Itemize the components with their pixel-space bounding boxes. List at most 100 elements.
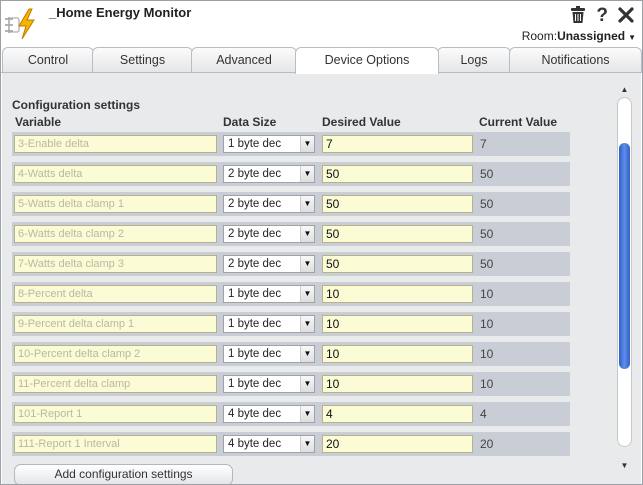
current-value: 10 xyxy=(480,377,494,391)
data-size-select[interactable]: 4 byte dec ▼ xyxy=(223,405,315,423)
variable-field[interactable] xyxy=(14,345,217,363)
config-row: 4 byte dec ▼ 20 xyxy=(12,432,570,456)
data-size-value: 2 byte dec xyxy=(228,168,282,180)
column-header-data-size: Data Size xyxy=(223,115,277,129)
room-label: Room: xyxy=(521,29,558,43)
tab-logs[interactable]: Logs xyxy=(437,47,511,73)
variable-field[interactable] xyxy=(14,285,217,303)
config-row: 2 byte dec ▼ 50 xyxy=(12,252,570,276)
variable-field[interactable] xyxy=(14,225,217,243)
scroll-up-icon[interactable]: ▲ xyxy=(619,85,630,95)
desired-value-field[interactable] xyxy=(322,135,473,153)
desired-value-field[interactable] xyxy=(322,165,473,183)
tab-control[interactable]: Control xyxy=(2,47,94,73)
data-size-value: 4 byte dec xyxy=(228,408,282,420)
data-size-value: 2 byte dec xyxy=(228,258,282,270)
data-size-value: 1 byte dec xyxy=(228,348,282,360)
data-size-select[interactable]: 1 byte dec ▼ xyxy=(223,285,315,303)
energy-monitor-icon xyxy=(3,7,39,41)
current-value: 10 xyxy=(480,317,494,331)
config-row: 4 byte dec ▼ 4 xyxy=(12,402,570,426)
desired-value-field[interactable] xyxy=(322,315,473,333)
chevron-down-icon[interactable]: ▼ xyxy=(300,346,314,362)
chevron-down-icon[interactable]: ▼ xyxy=(300,196,314,212)
variable-field[interactable] xyxy=(14,435,217,453)
data-size-value: 4 byte dec xyxy=(228,438,282,450)
variable-field[interactable] xyxy=(14,315,217,333)
tab-advanced[interactable]: Advanced xyxy=(191,47,297,73)
chevron-down-icon[interactable]: ▼ xyxy=(300,406,314,422)
scroll-down-icon[interactable]: ▼ xyxy=(619,461,630,471)
column-header-desired: Desired Value xyxy=(322,115,401,129)
config-row: 1 byte dec ▼ 7 xyxy=(12,132,570,156)
help-icon[interactable]: ? xyxy=(596,6,608,26)
data-size-select[interactable]: 1 byte dec ▼ xyxy=(223,345,315,363)
room-selector[interactable]: Room:Unassigned ▼ xyxy=(522,29,636,43)
desired-value-field[interactable] xyxy=(322,255,473,273)
current-value: 50 xyxy=(480,197,494,211)
variable-field[interactable] xyxy=(14,135,217,153)
tab-bar: Control Settings Advanced Device Options… xyxy=(1,47,642,74)
chevron-down-icon[interactable]: ▼ xyxy=(300,286,314,302)
vertical-scrollbar[interactable]: ▲ ▼ xyxy=(616,85,633,473)
desired-value-field[interactable] xyxy=(322,375,473,393)
data-size-select[interactable]: 2 byte dec ▼ xyxy=(223,165,315,183)
variable-field[interactable] xyxy=(14,165,217,183)
data-size-select[interactable]: 4 byte dec ▼ xyxy=(223,435,315,453)
current-value: 20 xyxy=(480,437,494,451)
desired-value-field[interactable] xyxy=(322,345,473,363)
device-window: _Home Energy Monitor ? Room:Unassigned▼ xyxy=(0,0,643,485)
current-value: 50 xyxy=(480,257,494,271)
variable-field[interactable] xyxy=(14,195,217,213)
desired-value-field[interactable] xyxy=(322,285,473,303)
chevron-down-icon: ▼ xyxy=(628,33,636,42)
close-icon[interactable] xyxy=(618,6,634,26)
header-actions: ? xyxy=(570,5,634,27)
desired-value-field[interactable] xyxy=(322,225,473,243)
add-configuration-button[interactable]: Add configuration settings xyxy=(14,464,233,484)
data-size-value: 1 byte dec xyxy=(228,318,282,330)
config-row: 1 byte dec ▼ 10 xyxy=(12,372,570,396)
chevron-down-icon[interactable]: ▼ xyxy=(300,226,314,242)
tab-settings[interactable]: Settings xyxy=(92,47,193,73)
config-row: 1 byte dec ▼ 10 xyxy=(12,312,570,336)
current-value: 50 xyxy=(480,167,494,181)
current-value: 10 xyxy=(480,287,494,301)
current-value: 50 xyxy=(480,227,494,241)
desired-value-field[interactable] xyxy=(322,195,473,213)
data-size-value: 2 byte dec xyxy=(228,198,282,210)
config-row: 2 byte dec ▼ 50 xyxy=(12,162,570,186)
data-size-select[interactable]: 1 byte dec ▼ xyxy=(223,135,315,153)
config-row: 1 byte dec ▼ 10 xyxy=(12,282,570,306)
trash-icon[interactable] xyxy=(570,5,586,27)
desired-value-field[interactable] xyxy=(322,405,473,423)
chevron-down-icon[interactable]: ▼ xyxy=(300,316,314,332)
config-row: 1 byte dec ▼ 10 xyxy=(12,342,570,366)
data-size-value: 1 byte dec xyxy=(228,378,282,390)
data-size-select[interactable]: 2 byte dec ▼ xyxy=(223,255,315,273)
tab-notifications[interactable]: Notifications xyxy=(509,47,642,73)
room-value: Unassigned xyxy=(557,29,626,43)
chevron-down-icon[interactable]: ▼ xyxy=(300,436,314,452)
data-size-select[interactable]: 2 byte dec ▼ xyxy=(223,225,315,243)
app-title: _Home Energy Monitor xyxy=(49,5,192,20)
scroll-thumb[interactable] xyxy=(619,143,630,369)
column-header-variable: Variable xyxy=(15,115,62,129)
data-size-select[interactable]: 1 byte dec ▼ xyxy=(223,375,315,393)
header: _Home Energy Monitor ? Room:Unassigned ▼ xyxy=(1,1,642,47)
chevron-down-icon[interactable]: ▼ xyxy=(300,256,314,272)
data-size-select[interactable]: 2 byte dec ▼ xyxy=(223,195,315,213)
chevron-down-icon[interactable]: ▼ xyxy=(300,376,314,392)
variable-field[interactable] xyxy=(14,405,217,423)
current-value: 4 xyxy=(480,407,487,421)
variable-field[interactable] xyxy=(14,375,217,393)
tab-device-options[interactable]: Device Options xyxy=(295,47,439,74)
chevron-down-icon[interactable]: ▼ xyxy=(300,136,314,152)
current-value: 10 xyxy=(480,347,494,361)
chevron-down-icon[interactable]: ▼ xyxy=(300,166,314,182)
variable-field[interactable] xyxy=(14,255,217,273)
config-row: 2 byte dec ▼ 50 xyxy=(12,222,570,246)
data-size-select[interactable]: 1 byte dec ▼ xyxy=(223,315,315,333)
section-title: Configuration settings xyxy=(12,98,140,112)
desired-value-field[interactable] xyxy=(322,435,473,453)
